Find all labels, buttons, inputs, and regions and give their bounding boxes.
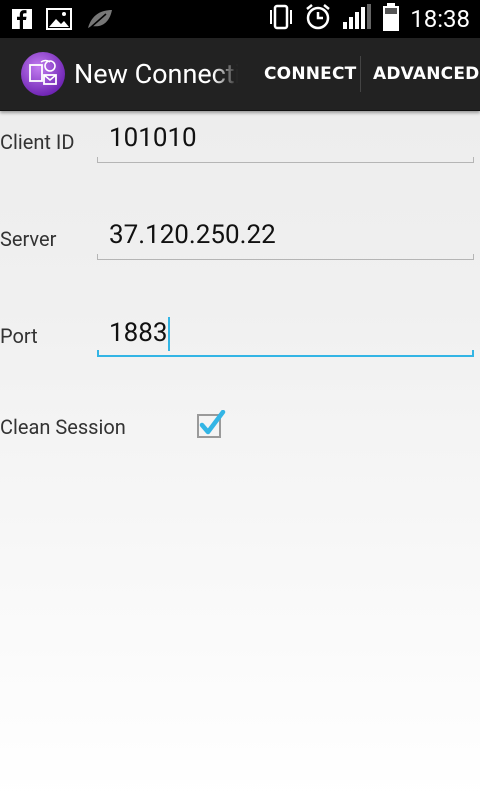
server-label: Server xyxy=(0,227,57,251)
leaf-icon xyxy=(86,8,114,34)
clean-session-label: Clean Session xyxy=(0,415,126,439)
port-underline xyxy=(97,350,474,357)
client-id-value: 101010 xyxy=(109,123,197,153)
vibrate-icon xyxy=(268,4,294,34)
port-input-text: 1883 xyxy=(109,317,171,351)
port-label: Port xyxy=(0,324,38,348)
server-value: 37.120.250.22 xyxy=(109,220,276,250)
status-bar: 18:38 xyxy=(0,0,480,38)
advanced-button[interactable]: ADVANCED xyxy=(373,38,479,110)
clock: 18:38 xyxy=(410,5,470,33)
facebook-icon xyxy=(12,9,32,33)
server-underline xyxy=(97,254,474,260)
client-id-underline xyxy=(97,157,474,163)
gallery-icon xyxy=(46,8,72,34)
connect-button[interactable]: CONNECT xyxy=(264,38,356,110)
server-field[interactable]: 37.120.250.22 xyxy=(97,220,474,260)
port-value: 1883 xyxy=(109,317,168,348)
text-cursor xyxy=(168,317,171,351)
signal-icon xyxy=(342,4,372,34)
action-divider xyxy=(360,56,361,92)
client-id-field[interactable]: 101010 xyxy=(97,123,474,163)
app-icon[interactable] xyxy=(20,51,66,97)
checkmark-icon xyxy=(197,409,226,438)
page-title: New Connecti xyxy=(74,58,238,90)
alarm-icon xyxy=(304,3,332,35)
clean-session-checkbox[interactable] xyxy=(197,409,226,438)
battery-icon xyxy=(382,3,400,35)
port-field[interactable]: 1883 xyxy=(97,317,474,357)
action-bar: New Connecti CONNECT ADVANCED xyxy=(0,38,480,111)
client-id-label: Client ID xyxy=(0,130,75,154)
